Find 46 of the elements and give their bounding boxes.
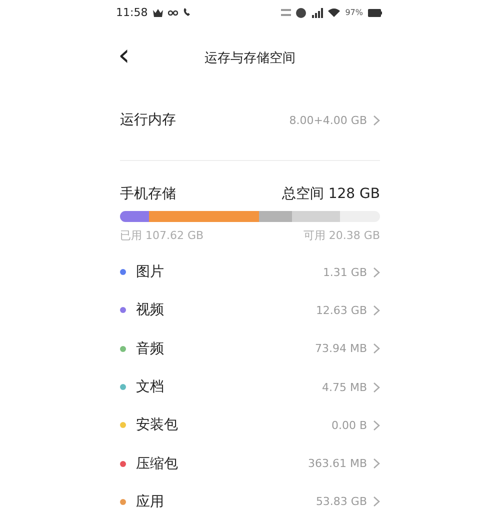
memory-value: 8.00+4.00 GB [289, 114, 367, 126]
crown-icon [152, 8, 163, 16]
chevron-icon [373, 420, 380, 431]
category-size: 0.00 B [331, 418, 367, 432]
chevron-icon [373, 266, 380, 278]
glasses-icon [168, 9, 178, 16]
battery-percent: 97% [345, 8, 363, 17]
chevron-icon [373, 343, 380, 354]
category-name: 图片 [136, 263, 165, 282]
status-time: 11:58 [116, 6, 148, 19]
free-space: 可用 20.38 GB [303, 228, 380, 243]
category-row[interactable]: 视频 12.63 GB [120, 291, 380, 330]
chevron-icon [373, 496, 380, 508]
chevron-icon [373, 458, 380, 470]
category-row[interactable]: 文档 4.75 MB [120, 368, 380, 406]
chevron-icon [373, 114, 380, 126]
category-row[interactable]: 应用 53.83 GB [120, 482, 380, 522]
storage-total: 总空间 128 GB [282, 185, 380, 203]
chevron-icon [373, 304, 380, 316]
memory-label: 运行内存 [120, 111, 177, 129]
category-name: 应用 [136, 492, 165, 511]
page-title: 运存与存储空间 [204, 50, 296, 67]
chevron-icon [373, 382, 380, 393]
category-name: 安装包 [136, 416, 179, 434]
phone-icon [182, 8, 192, 17]
wifi-icon [328, 8, 340, 17]
category-size: 12.63 GB [316, 304, 367, 317]
category-size: 73.94 MB [314, 342, 367, 356]
category-size: 1.31 GB [322, 266, 367, 279]
category-size: 53.83 GB [316, 495, 367, 508]
category-row[interactable]: 压缩包 363.61 MB [120, 444, 380, 483]
category-name: 文档 [136, 378, 165, 396]
memory-row[interactable]: 运行内存 8.00+4.00 GB [120, 98, 380, 142]
category-row[interactable]: 图片 1.31 GB [120, 253, 380, 292]
signal-icon [311, 8, 324, 18]
category-size: 363.61 MB [308, 457, 367, 470]
back-button[interactable]: ‹ [112, 42, 136, 70]
storage-title: 手机存储 [120, 185, 176, 203]
category-name: 视频 [136, 301, 165, 320]
battery-icon [368, 8, 382, 16]
category-name: 压缩包 [136, 454, 179, 473]
category-row[interactable]: 安装包 0.00 B [120, 406, 380, 444]
used-space: 已用 107.62 GB [120, 228, 204, 243]
category-name: 音频 [136, 340, 165, 358]
category-row[interactable]: 音频 73.94 MB [120, 330, 380, 368]
category-size: 4.75 MB [322, 380, 367, 394]
